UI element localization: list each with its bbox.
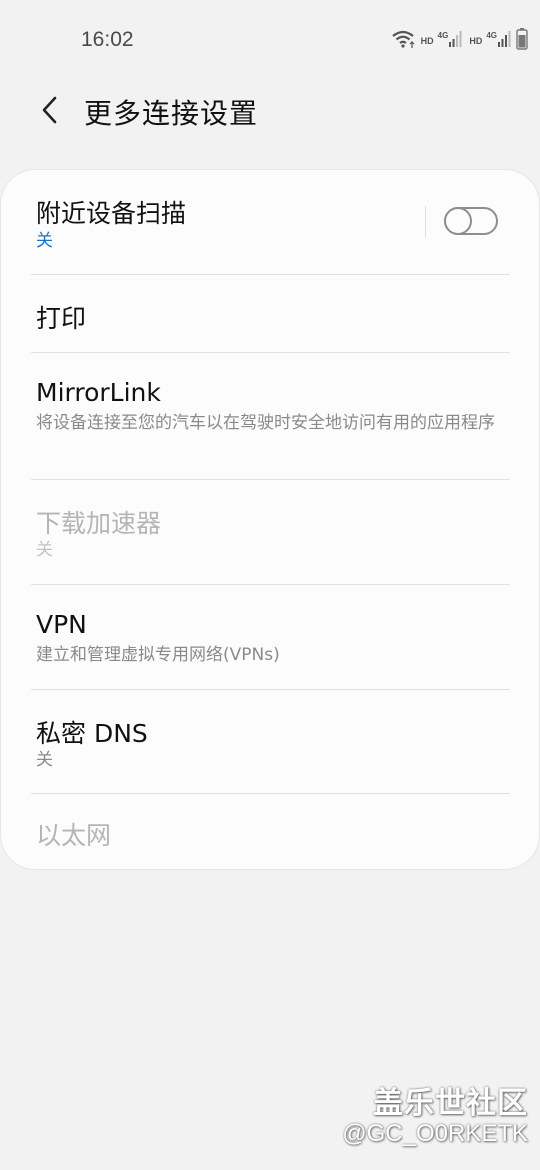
setting-ethernet: 以太网 <box>1 794 539 869</box>
chevron-left-icon <box>42 96 57 124</box>
signal-icon-2 <box>498 30 512 52</box>
setting-private-dns[interactable]: 私密 DNS 关 <box>1 690 539 794</box>
setting-title: 附近设备扫描 <box>36 199 187 228</box>
setting-status: 关 <box>36 540 53 560</box>
setting-title: 打印 <box>36 304 87 333</box>
setting-title: 下载加速器 <box>36 509 162 538</box>
network-type-1: 4G <box>437 30 449 40</box>
setting-mirrorlink[interactable]: MirrorLink 将设备连接至您的汽车以在驾驶时安全地访问有用的应用程序 <box>1 353 539 479</box>
setting-title: 私密 DNS <box>36 719 148 748</box>
status-bar: 16:02 HD 4G HD 4G <box>0 0 540 82</box>
setting-nearby-device-scan[interactable]: 附近设备扫描 关 <box>1 170 539 274</box>
setting-description: 建立和管理虚拟专用网络(VPNs) <box>36 645 280 665</box>
network-type-2: 4G <box>486 30 497 40</box>
nearby-scan-toggle[interactable] <box>444 207 498 235</box>
status-icons: HD 4G HD 4G <box>391 28 528 54</box>
toggle-knob <box>444 207 472 235</box>
settings-card: 附近设备扫描 关 打印 MirrorLink 将设备连接至您的汽车以在驾驶时安全… <box>1 170 539 869</box>
status-time: 16:02 <box>81 28 134 51</box>
setting-status: 关 <box>36 750 53 770</box>
setting-title: MirrorLink <box>36 378 161 407</box>
setting-title: VPN <box>36 610 87 639</box>
setting-description: 将设备连接至您的汽车以在驾驶时安全地访问有用的应用程序 <box>36 413 495 433</box>
toggle-separator <box>425 206 426 238</box>
wifi-icon <box>391 29 415 53</box>
setting-vpn[interactable]: VPN 建立和管理虚拟专用网络(VPNs) <box>1 585 539 689</box>
setting-status: 关 <box>36 231 53 251</box>
page-title: 更多连接设置 <box>84 97 259 130</box>
watermark-handle: @GC_O0RKETK <box>342 1120 528 1147</box>
back-button[interactable] <box>30 90 70 130</box>
watermark-community: 盖乐世社区 <box>373 1086 528 1121</box>
hd-label-2: HD <box>469 36 483 46</box>
signal-icon-1 <box>449 30 463 52</box>
setting-print[interactable]: 打印 <box>1 275 539 352</box>
app-bar: 更多连接设置 <box>0 82 540 142</box>
battery-icon <box>516 28 528 54</box>
setting-title: 以太网 <box>36 821 112 850</box>
setting-download-booster: 下载加速器 关 <box>1 480 539 584</box>
hd-label-1: HD <box>420 36 434 46</box>
